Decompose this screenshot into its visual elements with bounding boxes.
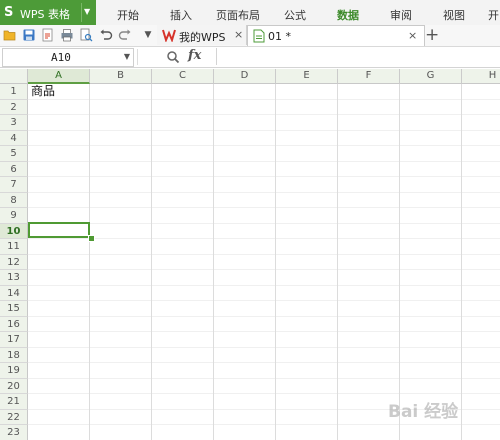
tab-my-wps-close-icon[interactable]: × xyxy=(234,28,243,41)
new-tab-button[interactable]: + xyxy=(425,25,439,45)
menu-view[interactable]: 视图 xyxy=(443,7,465,23)
row-header-14[interactable]: 14 xyxy=(0,285,28,301)
menu-home[interactable]: 开始 xyxy=(117,7,139,23)
column-header-A[interactable]: A xyxy=(28,69,90,84)
watermark-text: Bai 经验 xyxy=(388,402,459,422)
menu-insert[interactable]: 插入 xyxy=(170,7,192,23)
column-header-C[interactable]: C xyxy=(152,69,214,84)
column-header-D[interactable]: D xyxy=(214,69,276,84)
fill-handle[interactable] xyxy=(88,235,95,242)
toolbar-dropdown-chevron-icon[interactable]: ▼ xyxy=(141,27,155,43)
app-button-divider xyxy=(81,3,82,22)
menu-developer[interactable]: 开 xyxy=(488,7,499,23)
name-box[interactable]: A10 ▼ xyxy=(2,48,134,67)
app-menu-button[interactable]: S WPS 表格 ▼ xyxy=(0,0,96,25)
formula-bar-divider xyxy=(137,49,138,65)
row-header-23[interactable]: 23 xyxy=(0,425,28,440)
tab-document-label: 01 * xyxy=(268,30,291,43)
open-folder-icon[interactable] xyxy=(3,28,17,42)
column-header-E[interactable]: E xyxy=(276,69,338,84)
insert-function-fx-icon[interactable]: fx xyxy=(188,48,201,63)
wps-w-icon xyxy=(162,29,176,42)
row-header-3[interactable]: 3 xyxy=(0,115,28,131)
row-header-7[interactable]: 7 xyxy=(0,177,28,193)
spreadsheet-file-icon xyxy=(253,29,265,43)
cell-A1[interactable]: 商品 xyxy=(31,84,55,99)
row-header-12[interactable]: 12 xyxy=(0,254,28,270)
row-header-11[interactable]: 11 xyxy=(0,239,28,255)
column-header-H[interactable]: H xyxy=(462,69,500,84)
select-all-corner[interactable] xyxy=(0,69,28,84)
menu-data[interactable]: 数据 xyxy=(337,7,359,23)
column-header-G[interactable]: G xyxy=(400,69,462,84)
save-icon[interactable] xyxy=(22,28,36,42)
column-header-B[interactable]: B xyxy=(90,69,152,84)
row-header-18[interactable]: 18 xyxy=(0,347,28,363)
row-header-16[interactable]: 16 xyxy=(0,316,28,332)
tab-my-wps[interactable]: 我的WPS × xyxy=(157,25,247,45)
row-header-10[interactable]: 10 xyxy=(0,223,28,239)
app-title: WPS 表格 xyxy=(20,8,70,21)
tab-document-close-icon[interactable]: × xyxy=(408,29,417,42)
row-header-22[interactable]: 22 xyxy=(0,409,28,425)
row-header-1[interactable]: 1 xyxy=(0,84,28,100)
name-box-chevron-icon[interactable]: ▼ xyxy=(124,52,130,61)
tab-document[interactable]: 01 * × xyxy=(247,25,425,46)
row-header-9[interactable]: 9 xyxy=(0,208,28,224)
export-pdf-icon[interactable] xyxy=(41,28,55,42)
row-header-13[interactable]: 13 xyxy=(0,270,28,286)
redo-icon[interactable] xyxy=(118,28,132,42)
menu-review[interactable]: 审阅 xyxy=(390,7,412,23)
menu-formulas[interactable]: 公式 xyxy=(284,7,306,23)
formula-bar: A10 ▼ fx xyxy=(0,47,500,68)
cell-area[interactable] xyxy=(28,84,500,440)
spreadsheet-grid[interactable]: ABCDEFGH 1 2 3 4 5 6 7 8 9 10 11 12 13 14 15 16 17 18 19 20… xyxy=(0,69,500,440)
row-header-2[interactable]: 2 xyxy=(0,99,28,115)
row-header-5[interactable]: 5 xyxy=(0,146,28,162)
column-header-F[interactable]: F xyxy=(338,69,400,84)
print-icon[interactable] xyxy=(60,28,74,42)
formula-input[interactable] xyxy=(216,48,499,65)
print-preview-icon[interactable] xyxy=(79,28,93,42)
quick-access-toolbar: ▼ 我的WPS × 01 * × + xyxy=(0,25,500,47)
baidu-jingyan-watermark: Bai 经验 xyxy=(380,393,498,422)
row-header-4[interactable]: 4 xyxy=(0,130,28,146)
menu-bar: S WPS 表格 ▼ 开始 插入 页面布局 公式 数据 审阅 视图 开 xyxy=(0,0,500,26)
row-header-20[interactable]: 20 xyxy=(0,378,28,394)
wps-logo-icon: S xyxy=(4,5,14,20)
chevron-down-icon[interactable]: ▼ xyxy=(84,7,90,16)
row-header-21[interactable]: 21 xyxy=(0,394,28,410)
undo-icon[interactable] xyxy=(99,28,113,42)
row-header-6[interactable]: 6 xyxy=(0,161,28,177)
tab-my-wps-label: 我的WPS xyxy=(179,31,226,44)
row-header-17[interactable]: 17 xyxy=(0,332,28,348)
row-header-19[interactable]: 19 xyxy=(0,363,28,379)
menu-page-layout[interactable]: 页面布局 xyxy=(216,7,260,23)
row-header-15[interactable]: 15 xyxy=(0,301,28,317)
row-header-8[interactable]: 8 xyxy=(0,192,28,208)
active-cell-selection[interactable] xyxy=(28,222,90,238)
name-box-value: A10 xyxy=(51,51,71,64)
zoom-search-icon[interactable] xyxy=(166,50,180,64)
